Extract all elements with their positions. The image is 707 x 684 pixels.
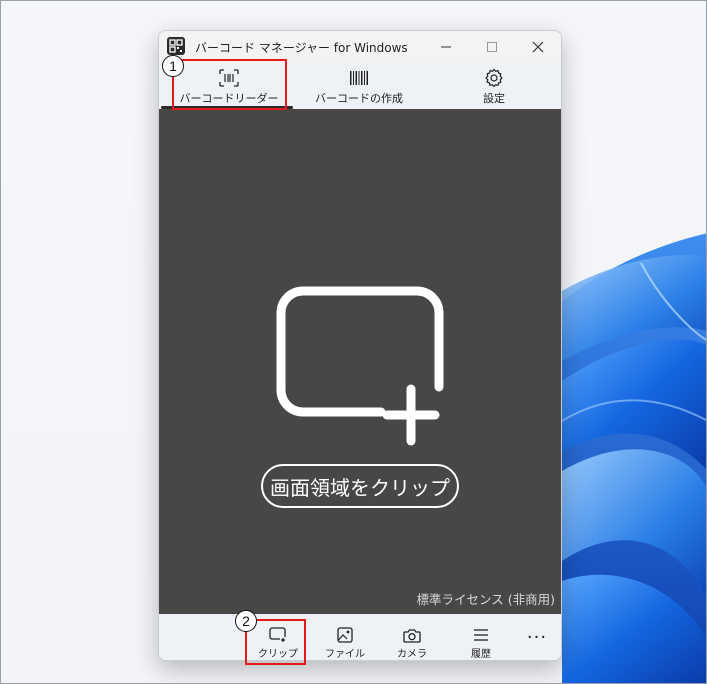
tab-barcode-create-label: バーコードの作成	[315, 92, 403, 105]
bottom-item-history[interactable]: 履歴	[456, 614, 506, 660]
tab-settings-label: 設定	[483, 92, 505, 105]
bottom-toolbar: クリップ ファイル カメラ 履歴 ···	[159, 614, 561, 660]
gear-icon	[485, 68, 503, 88]
app-logo-icon	[167, 37, 185, 55]
callout-number-1: 1	[162, 55, 184, 77]
barcode-icon	[350, 71, 368, 85]
tab-barcode-create[interactable]: バーコードの作成	[299, 62, 419, 109]
history-icon	[474, 629, 488, 641]
clip-add-icon[interactable]	[275, 285, 447, 447]
minimize-button[interactable]	[423, 31, 469, 62]
bottom-item-history-label: 履歴	[471, 649, 491, 660]
image-file-icon	[337, 627, 353, 643]
capture-area[interactable]: 画面領域をクリップ 標準ライセンス (非商用)	[159, 109, 561, 614]
maximize-icon	[487, 41, 497, 52]
title-bar: バーコード マネージャー for Windows	[159, 31, 561, 62]
license-label: 標準ライセンス (非商用)	[416, 592, 555, 607]
clip-screen-region-button[interactable]: 画面領域をクリップ	[261, 464, 459, 508]
minimize-icon	[441, 46, 451, 47]
window-title: バーコード マネージャー for Windows	[195, 41, 408, 55]
tab-settings[interactable]: 設定	[434, 62, 554, 109]
camera-icon	[403, 628, 421, 643]
more-options-button[interactable]: ···	[519, 624, 555, 650]
app-window: バーコード マネージャー for Windows バーコードリーダー バーコード…	[158, 30, 562, 661]
maximize-button[interactable]	[469, 31, 515, 62]
bottom-item-file-label: ファイル	[325, 649, 365, 660]
bottom-item-file[interactable]: ファイル	[320, 614, 370, 660]
close-button[interactable]	[515, 31, 561, 62]
desktop: バーコード マネージャー for Windows バーコードリーダー バーコード…	[0, 0, 707, 684]
close-icon	[532, 41, 544, 52]
callout-number-2: 2	[235, 610, 257, 632]
callout-box-1	[172, 59, 287, 110]
bottom-item-camera[interactable]: カメラ	[387, 614, 437, 660]
bottom-item-camera-label: カメラ	[397, 649, 427, 660]
